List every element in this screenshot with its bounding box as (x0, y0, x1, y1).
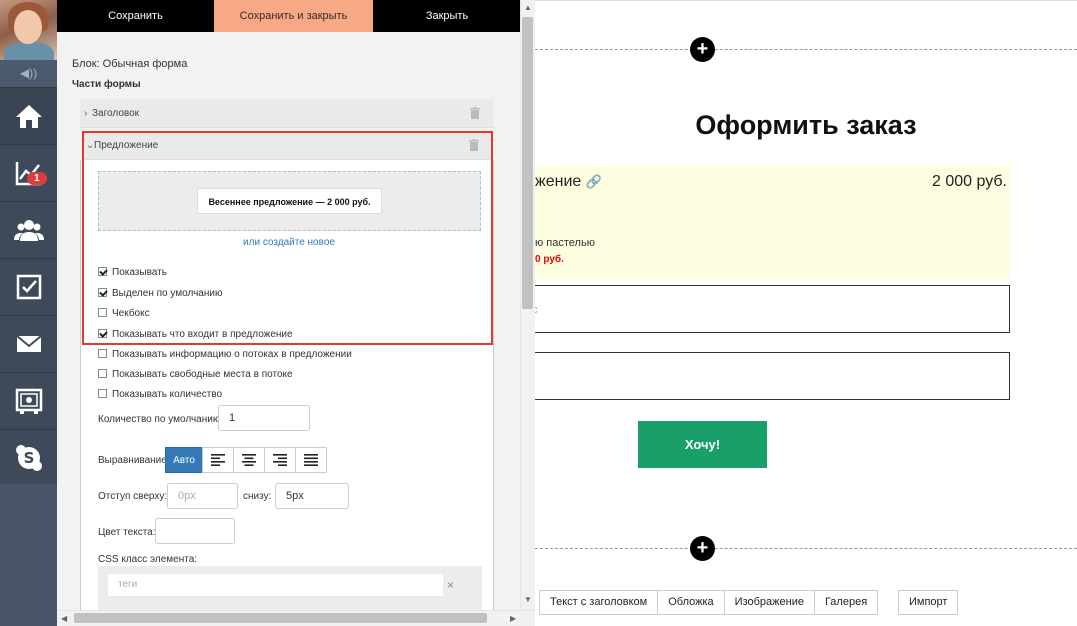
offset-bottom-input[interactable]: 5px (275, 483, 349, 509)
text-color-label: Цвет текста: (98, 527, 156, 538)
offer-description: ю пастелью (535, 237, 595, 249)
checkbox-box[interactable] (98, 349, 107, 358)
clear-tags-icon[interactable]: × (447, 574, 454, 596)
offset-bottom-label: снизу: (243, 491, 272, 502)
chart-icon[interactable]: 1 (0, 144, 57, 201)
offset-top-label: Отступ сверху: (98, 491, 168, 502)
trash-icon[interactable] (470, 107, 480, 119)
offer-name: жение 🔗 (535, 173, 602, 190)
page-preview: + Оформить заказ жение 🔗 2 000 руб. ю па… (535, 0, 1077, 626)
chevron-right-icon: › (84, 108, 88, 119)
block-type-tabs: Текст с заголовком Обложка Изображение Г… (539, 590, 879, 615)
save-button[interactable]: Сохранить (57, 0, 214, 32)
offer-discount: 0 руб. (535, 254, 564, 265)
tab-gallery[interactable]: Галерея (813, 590, 879, 615)
align-center-icon[interactable] (233, 447, 265, 473)
field-placeholder: ес (535, 286, 538, 334)
text-color-input[interactable] (155, 518, 235, 544)
align-label: Выравнивание (98, 455, 167, 466)
safe-icon[interactable] (0, 372, 57, 429)
left-sidebar: ◀)) 1 S (0, 0, 57, 626)
sidebar-footer (0, 484, 57, 626)
notification-badge: 1 (27, 172, 47, 185)
checkbox-show-quantity[interactable]: Показывать количество (98, 388, 222, 402)
checkbox-label: Показывать информацию о потоках в предло… (112, 349, 352, 360)
import-button[interactable]: Импорт (898, 590, 959, 615)
save-and-close-button[interactable]: Сохранить и закрыть (214, 0, 373, 32)
link-icon: 🔗 (585, 174, 602, 189)
top-divider (535, 0, 1077, 1)
settings-panel: Сохранить Сохранить и закрыть Закрыть Бл… (57, 0, 521, 626)
panel-toolbar: Сохранить Сохранить и закрыть Закрыть (57, 0, 521, 32)
css-class-label: CSS класс элемента: (98, 554, 198, 565)
panel-vertical-scroll-thumb[interactable] (522, 17, 533, 309)
add-block-icon[interactable]: + (690, 37, 715, 62)
offer-price: 2 000 руб. (932, 173, 1007, 190)
preview-title: Оформить заказ (695, 110, 917, 140)
offset-top-input[interactable]: 0px (167, 483, 238, 509)
checkbox-show-free-places[interactable]: Показывать свободные места в потоке (98, 368, 293, 382)
align-right-icon[interactable] (264, 447, 296, 473)
block-label: Блок: Обычная форма (72, 58, 188, 70)
checkbox-box[interactable] (98, 369, 107, 378)
panel-horizontal-scroll-thumb[interactable] (74, 613, 487, 623)
form-field-1[interactable]: ес (535, 285, 1010, 333)
add-block-icon[interactable]: + (690, 536, 715, 561)
block-divider-top (535, 49, 1077, 50)
tab-text-with-heading[interactable]: Текст с заголовком (539, 590, 659, 615)
svg-text:S: S (23, 449, 34, 467)
checkbox-label: Показывать количество (112, 389, 223, 400)
tab-cover[interactable]: Обложка (657, 590, 725, 615)
form-field-2[interactable] (535, 352, 1010, 400)
users-icon[interactable] (0, 201, 57, 258)
scroll-right-icon[interactable]: ▶ (510, 614, 516, 623)
section-header-title[interactable]: › Заголовок (80, 99, 494, 128)
skype-icon[interactable]: S (0, 429, 57, 486)
tab-image[interactable]: Изображение (723, 590, 815, 615)
checkbox-label: Показывать свободные места в потоке (112, 369, 293, 380)
qty-label: Количество по умолчанию (98, 414, 221, 425)
align-justify-icon[interactable] (295, 447, 327, 473)
user-avatar[interactable] (0, 0, 57, 60)
align-auto-button[interactable]: Авто (165, 447, 203, 473)
checkbox-icon[interactable] (0, 258, 57, 315)
section-header-label: Заголовок (92, 108, 140, 119)
home-icon[interactable] (0, 87, 57, 144)
block-divider-bottom (535, 548, 1077, 549)
submit-button[interactable]: Хочу! (638, 421, 767, 468)
scroll-up-icon[interactable]: ▲ (524, 3, 532, 12)
speaker-icon[interactable]: ◀)) (0, 60, 57, 87)
scroll-down-icon[interactable]: ▼ (524, 595, 532, 604)
qty-input[interactable]: 1 (218, 405, 310, 431)
checkbox-box[interactable] (98, 389, 107, 398)
mail-icon[interactable] (0, 315, 57, 372)
align-button-group: Авто (165, 447, 327, 473)
close-button[interactable]: Закрыть (373, 0, 521, 32)
align-left-icon[interactable] (202, 447, 234, 473)
tags-input[interactable]: теги (108, 574, 443, 596)
highlight-frame (82, 131, 493, 345)
form-parts-heading: Части формы (72, 79, 141, 90)
scroll-left-icon[interactable]: ◀ (61, 614, 67, 623)
checkbox-show-streams[interactable]: Показывать информацию о потоках в предло… (98, 348, 352, 362)
